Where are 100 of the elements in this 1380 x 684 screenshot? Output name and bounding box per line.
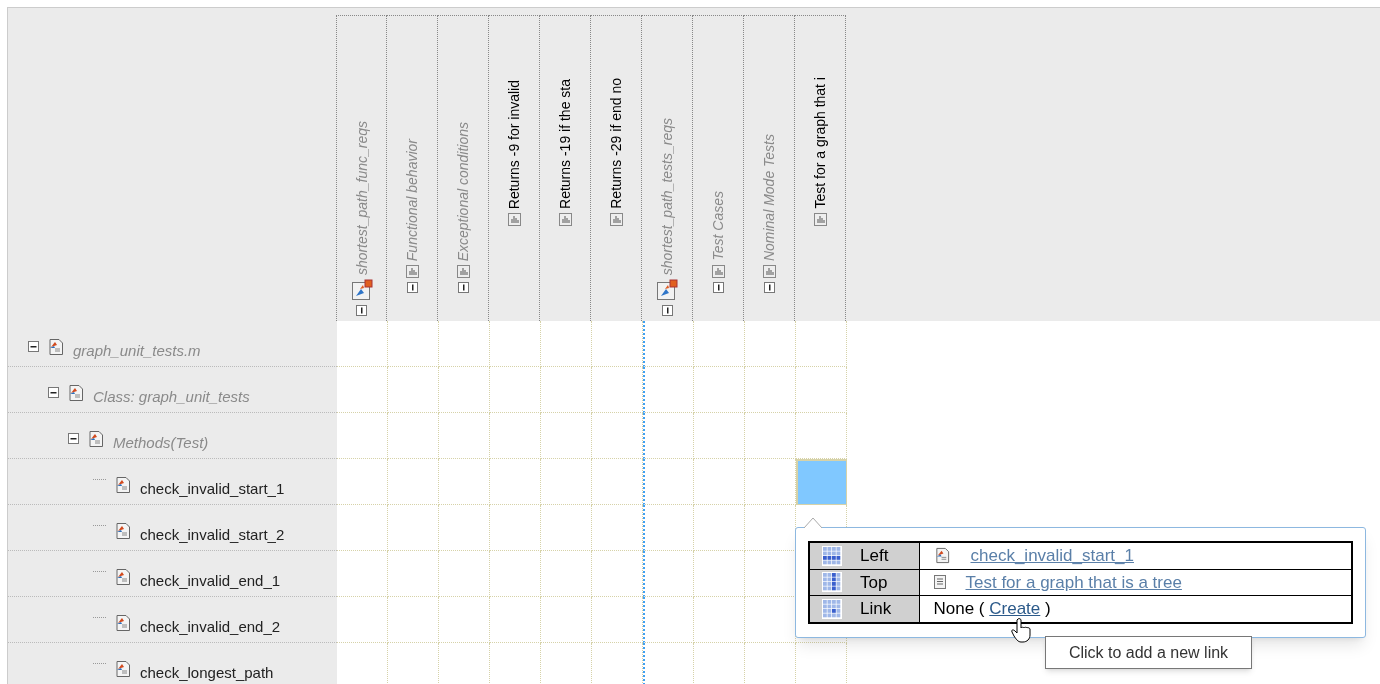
grid-icon (822, 598, 842, 619)
grid-cell[interactable] (592, 551, 643, 597)
grid-cell[interactable] (337, 459, 388, 505)
grid-cell[interactable] (490, 551, 541, 597)
grid-cell[interactable] (643, 367, 694, 413)
tree-item[interactable]: check_invalid_end_1 (8, 551, 337, 597)
column-header[interactable]: Returns -9 for invalid (489, 15, 540, 321)
grid-cell[interactable] (490, 321, 541, 367)
grid-cell[interactable] (592, 321, 643, 367)
grid-cell[interactable] (643, 413, 694, 459)
grid-cell[interactable] (643, 597, 694, 643)
selected-cell[interactable] (796, 459, 847, 505)
grid-cell[interactable] (337, 367, 388, 413)
grid-cell[interactable] (439, 459, 490, 505)
collapse-toggle-icon[interactable] (68, 433, 79, 444)
grid-cell[interactable] (745, 413, 796, 459)
collapse-toggle-icon[interactable] (48, 387, 59, 398)
collapse-toggle-icon[interactable] (356, 305, 367, 316)
grid-cell[interactable] (439, 367, 490, 413)
grid-cell[interactable] (541, 413, 592, 459)
grid-cell[interactable] (694, 597, 745, 643)
tree-item[interactable]: Class: graph_unit_tests (8, 367, 337, 413)
grid-cell[interactable] (337, 505, 388, 551)
requirement-icon (813, 213, 827, 226)
grid-cell[interactable] (643, 321, 694, 367)
grid-cell[interactable] (745, 505, 796, 551)
grid-cell[interactable] (439, 597, 490, 643)
grid-cell[interactable] (490, 413, 541, 459)
grid-cell[interactable] (337, 413, 388, 459)
tree-item[interactable]: check_longest_path (8, 643, 337, 684)
grid-cell[interactable] (439, 551, 490, 597)
column-header[interactable]: Exceptional conditions (438, 15, 489, 321)
row-label: Link (860, 598, 892, 620)
column-header[interactable]: shortest_path_tests_reqs (642, 15, 693, 321)
grid-cell[interactable] (643, 505, 694, 551)
grid-cell[interactable] (592, 597, 643, 643)
grid-cell[interactable] (592, 459, 643, 505)
grid-cell[interactable] (592, 367, 643, 413)
tree-item[interactable]: check_invalid_start_2 (8, 505, 337, 551)
grid-cell[interactable] (643, 459, 694, 505)
column-header[interactable]: Returns -19 if the sta (540, 15, 591, 321)
tree-item[interactable]: Methods(Test) (8, 413, 337, 459)
column-header[interactable]: Test Cases (693, 15, 744, 321)
grid-cell[interactable] (541, 321, 592, 367)
collapse-toggle-icon[interactable] (712, 282, 724, 293)
grid-cell[interactable] (439, 505, 490, 551)
tree-item[interactable]: check_invalid_start_1 (8, 459, 337, 505)
grid-cell[interactable] (694, 505, 745, 551)
grid-cell[interactable] (388, 597, 439, 643)
collapse-toggle-icon[interactable] (763, 282, 775, 293)
grid-cell[interactable] (439, 413, 490, 459)
grid-cell[interactable] (796, 413, 847, 459)
grid-cell[interactable] (388, 321, 439, 367)
grid-cell[interactable] (643, 643, 694, 684)
column-header[interactable]: Functional behavior (387, 15, 438, 321)
grid-cell[interactable] (745, 459, 796, 505)
grid-cell[interactable] (541, 505, 592, 551)
tree-item[interactable]: graph_unit_tests.m (8, 321, 337, 367)
grid-cell[interactable] (541, 597, 592, 643)
grid-cell[interactable] (388, 413, 439, 459)
grid-cell[interactable] (541, 551, 592, 597)
grid-cell[interactable] (796, 367, 847, 413)
grid-cell[interactable] (541, 367, 592, 413)
grid-cell[interactable] (694, 459, 745, 505)
grid-cell[interactable] (388, 459, 439, 505)
column-header[interactable]: Test for a graph that i (795, 15, 846, 321)
grid-cell[interactable] (337, 597, 388, 643)
grid-cell[interactable] (490, 505, 541, 551)
create-link[interactable]: Create (989, 599, 1041, 618)
grid-cell[interactable] (745, 321, 796, 367)
grid-cell[interactable] (745, 367, 796, 413)
tree-item[interactable]: check_invalid_end_2 (8, 597, 337, 643)
collapse-toggle-icon[interactable] (661, 305, 673, 316)
grid-cell[interactable] (337, 551, 388, 597)
grid-cell[interactable] (694, 551, 745, 597)
collapse-toggle-icon[interactable] (28, 341, 39, 352)
grid-cell[interactable] (643, 551, 694, 597)
column-header[interactable]: Returns -29 if end no (591, 15, 642, 321)
grid-cell[interactable] (592, 413, 643, 459)
grid-cell[interactable] (541, 459, 592, 505)
collapse-toggle-icon[interactable] (457, 282, 469, 293)
grid-cell[interactable] (490, 597, 541, 643)
grid-cell[interactable] (694, 367, 745, 413)
grid-cell[interactable] (388, 551, 439, 597)
grid-cell[interactable] (439, 321, 490, 367)
column-header[interactable]: Nominal Mode Tests (744, 15, 795, 321)
grid-cell[interactable] (694, 413, 745, 459)
collapse-toggle-icon[interactable] (406, 282, 418, 293)
document-icon (933, 575, 946, 590)
column-header[interactable]: shortest_path_func_reqs (336, 15, 387, 321)
grid-cell[interactable] (337, 321, 388, 367)
grid-cell[interactable] (490, 367, 541, 413)
grid-cell[interactable] (592, 505, 643, 551)
script-file-icon (114, 567, 132, 586)
grid-cell[interactable] (388, 505, 439, 551)
grid-cell[interactable] (796, 321, 847, 367)
tree-connector (93, 571, 106, 572)
grid-cell[interactable] (490, 459, 541, 505)
grid-cell[interactable] (694, 321, 745, 367)
grid-cell[interactable] (388, 367, 439, 413)
